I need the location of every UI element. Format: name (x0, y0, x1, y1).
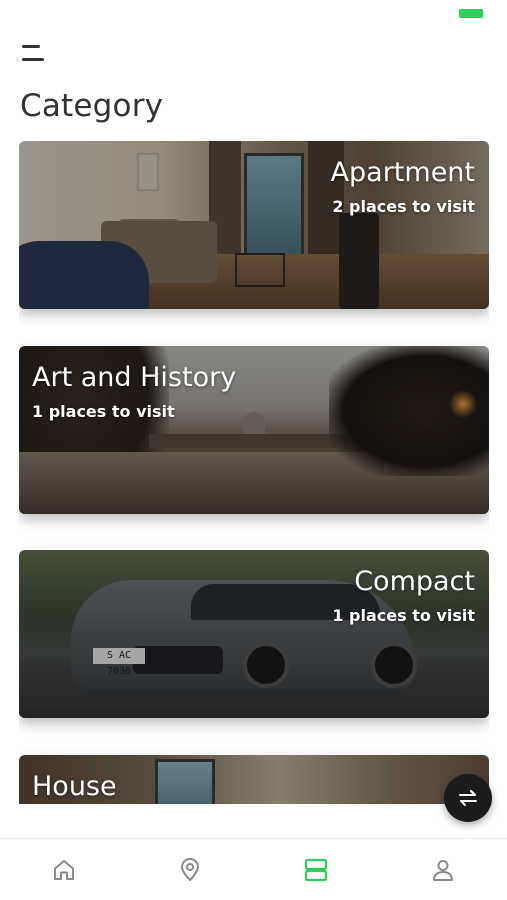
category-title: Apartment (330, 157, 475, 188)
bottom-nav (0, 838, 507, 900)
menu-button[interactable] (22, 42, 48, 66)
category-subtitle: 2 places to visit (332, 197, 475, 216)
categories-icon (304, 858, 328, 882)
user-icon (433, 860, 453, 881)
map-pin-icon (181, 858, 199, 881)
category-subtitle: 1 places to visit (32, 402, 175, 421)
tab-categories[interactable] (286, 839, 346, 900)
home-icon (54, 860, 74, 880)
category-card-compact[interactable]: S AC 7036 Compact 1 places to visit (19, 550, 489, 718)
tab-location[interactable] (160, 839, 220, 900)
page-title: Category (20, 88, 164, 124)
category-title: Art and History (32, 362, 237, 393)
swap-arrows-icon (459, 790, 477, 806)
category-card-art-and-history[interactable]: Art and History 1 places to visit (19, 346, 489, 514)
category-card-house[interactable]: House (19, 755, 489, 804)
category-title: House (32, 771, 117, 802)
tab-home[interactable] (34, 839, 94, 900)
category-title: Compact (354, 566, 475, 597)
category-subtitle: 1 places to visit (332, 606, 475, 625)
category-list[interactable]: Apartment 2 places to visit Art and Hist… (19, 141, 489, 804)
category-card-apartment[interactable]: Apartment 2 places to visit (19, 141, 489, 309)
status-indicator (459, 9, 483, 18)
tab-profile[interactable] (413, 839, 473, 900)
swap-button[interactable] (444, 774, 492, 822)
